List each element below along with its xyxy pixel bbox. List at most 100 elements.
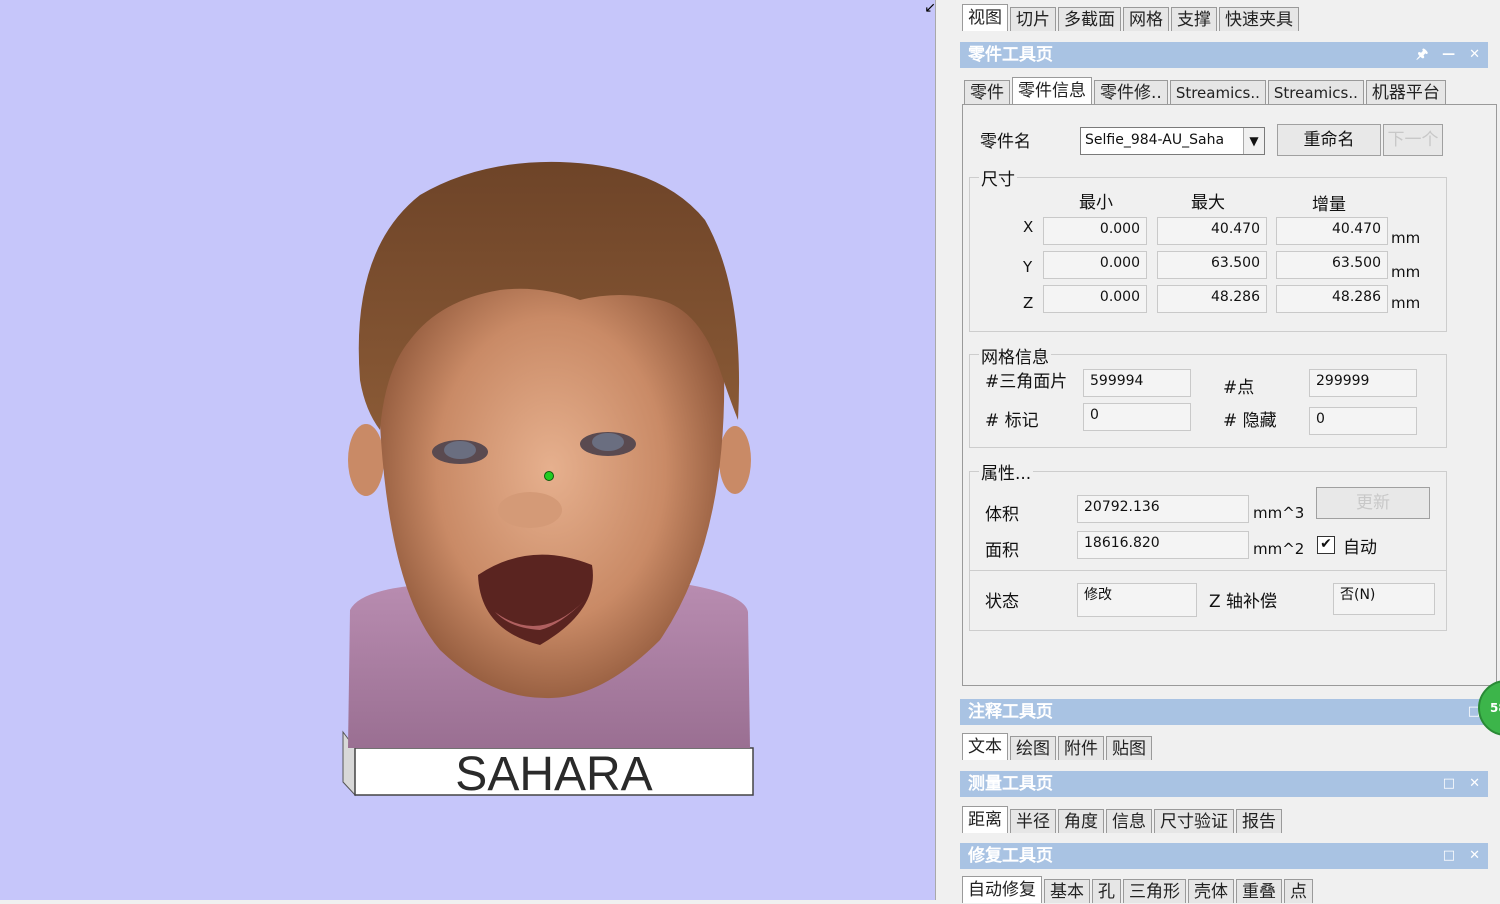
measure-page-title: 测量工具页 xyxy=(968,774,1053,794)
svg-text:↙: ↙ xyxy=(924,0,935,16)
part-info-content: 零件名 Selfie_984-AU_Saha ▼ 重命名 下一个 尺寸 最小 最… xyxy=(962,104,1497,686)
z-delta-field: 48.286 xyxy=(1276,285,1388,313)
tab-shells[interactable]: 壳体 xyxy=(1188,879,1234,903)
tab-distance[interactable]: 距离 xyxy=(962,806,1008,833)
pick-point-marker[interactable] xyxy=(544,471,554,481)
hidden-field: 0 xyxy=(1309,407,1417,435)
part-name-value: Selfie_984-AU_Saha xyxy=(1085,132,1225,148)
3d-viewport[interactable]: SAHARA ↙ xyxy=(0,0,935,900)
area-field: 18616.820 xyxy=(1077,531,1249,559)
part-page-title: 零件工具页 xyxy=(968,45,1053,65)
auto-label: 自动 xyxy=(1343,538,1377,558)
tab-overlap[interactable]: 重叠 xyxy=(1236,879,1282,903)
tab-basic[interactable]: 基本 xyxy=(1044,879,1090,903)
hidden-label: # 隐藏 xyxy=(1223,411,1277,431)
rename-button[interactable]: 重命名 xyxy=(1277,124,1381,156)
tab-points[interactable]: 点 xyxy=(1284,879,1313,903)
volume-label: 体积 xyxy=(985,505,1019,525)
right-toolbar-panel: 视图 切片 多截面 网格 支撑 快速夹具 零件工具页 🖈 — ✕ 零件 零件信息… xyxy=(935,0,1500,903)
tab-attachment[interactable]: 附件 xyxy=(1058,736,1104,760)
tab-angle[interactable]: 角度 xyxy=(1058,809,1104,833)
repair-page-header[interactable]: 修复工具页 □ ✕ xyxy=(960,843,1488,869)
z-min-field: 0.000 xyxy=(1043,285,1147,313)
tab-quick-fixture[interactable]: 快速夹具 xyxy=(1219,7,1299,31)
y-axis-label: Y xyxy=(1023,258,1033,276)
part-page-tabbar: 零件 零件信息 零件修.. Streamics.. Streamics.. 机器… xyxy=(964,77,1448,104)
annotation-page-header[interactable]: 注释工具页 □ xyxy=(960,699,1488,725)
measure-tabbar: 距离 半径 角度 信息 尺寸验证 报告 xyxy=(962,806,1284,833)
tab-holes[interactable]: 孔 xyxy=(1092,879,1121,903)
annotation-tabbar: 文本 绘图 附件 贴图 xyxy=(962,733,1154,760)
tab-multi-section[interactable]: 多截面 xyxy=(1058,7,1121,31)
tab-part[interactable]: 零件 xyxy=(964,80,1010,104)
marks-label: # 标记 xyxy=(985,411,1039,431)
tab-view[interactable]: 视图 xyxy=(962,4,1008,31)
col-max-label: 最大 xyxy=(1191,193,1225,213)
z-max-field: 48.286 xyxy=(1157,285,1267,313)
chevron-down-icon[interactable]: ▼ xyxy=(1243,128,1264,154)
triangles-field: 599994 xyxy=(1083,369,1191,397)
tab-drawing[interactable]: 绘图 xyxy=(1010,736,1056,760)
tab-radius[interactable]: 半径 xyxy=(1010,809,1056,833)
part-name-dropdown[interactable]: Selfie_984-AU_Saha ▼ xyxy=(1080,127,1265,155)
tab-text[interactable]: 文本 xyxy=(962,733,1008,760)
baby-bust-model[interactable]: SAHARA ↙ xyxy=(0,0,935,900)
z-comp-label: Z 轴补偿 xyxy=(1209,592,1278,612)
pin-icon[interactable]: 🖈 xyxy=(1416,42,1428,68)
x-min-field: 0.000 xyxy=(1043,217,1147,245)
measure-page-header[interactable]: 测量工具页 □ ✕ xyxy=(960,771,1488,797)
repair-tabbar: 自动修复 基本 孔 三角形 壳体 重叠 点 xyxy=(962,876,1315,903)
close-icon[interactable]: ✕ xyxy=(1469,771,1480,797)
col-delta-label: 增量 xyxy=(1312,195,1346,215)
tab-auto-repair[interactable]: 自动修复 xyxy=(962,876,1042,903)
tab-support[interactable]: 支撑 xyxy=(1171,7,1217,31)
tab-machine-platform[interactable]: 机器平台 xyxy=(1365,80,1446,104)
z-comp-field: 否(N) xyxy=(1333,583,1435,615)
auto-checkbox[interactable]: ✔ xyxy=(1317,536,1335,554)
tab-streamics-1[interactable]: Streamics.. xyxy=(1169,80,1266,104)
x-axis-label: X xyxy=(1023,218,1034,236)
z-axis-label: Z xyxy=(1023,294,1034,312)
next-part-button[interactable]: 下一个 xyxy=(1383,124,1443,156)
tab-streamics-2[interactable]: Streamics.. xyxy=(1267,80,1364,104)
tab-report[interactable]: 报告 xyxy=(1236,809,1282,833)
area-unit: mm^2 xyxy=(1253,540,1305,558)
tab-mesh[interactable]: 网格 xyxy=(1123,7,1169,31)
y-min-field: 0.000 xyxy=(1043,251,1147,279)
update-button[interactable]: 更新 xyxy=(1316,487,1430,519)
tab-slice[interactable]: 切片 xyxy=(1010,7,1056,31)
y-unit: mm xyxy=(1391,263,1421,281)
annotation-page-title: 注释工具页 xyxy=(968,702,1053,722)
y-max-field: 63.500 xyxy=(1157,251,1267,279)
tab-dimension-verify[interactable]: 尺寸验证 xyxy=(1154,809,1234,833)
floating-badge[interactable]: 58 xyxy=(1478,680,1500,736)
tab-info[interactable]: 信息 xyxy=(1106,809,1152,833)
properties-title: 属性... xyxy=(979,459,1034,484)
x-unit: mm xyxy=(1391,229,1421,247)
mesh-info-title: 网格信息 xyxy=(979,343,1051,368)
z-unit: mm xyxy=(1391,294,1421,312)
top-tabbar: 视图 切片 多截面 网格 支撑 快速夹具 xyxy=(962,4,1301,31)
tab-decal[interactable]: 贴图 xyxy=(1106,736,1152,760)
part-page-header[interactable]: 零件工具页 🖈 — ✕ xyxy=(960,42,1488,68)
volume-field: 20792.136 xyxy=(1077,495,1249,523)
x-max-field: 40.470 xyxy=(1157,217,1267,245)
close-icon[interactable]: ✕ xyxy=(1469,42,1480,68)
x-delta-field: 40.470 xyxy=(1276,217,1388,245)
tab-part-info[interactable]: 零件信息 xyxy=(1012,77,1092,104)
maximize-icon[interactable]: □ xyxy=(1443,843,1455,869)
points-field: 299999 xyxy=(1309,369,1417,397)
y-delta-field: 63.500 xyxy=(1276,251,1388,279)
minimize-icon[interactable]: — xyxy=(1442,42,1455,68)
maximize-icon[interactable]: □ xyxy=(1443,771,1455,797)
triangles-label: #三角面片 xyxy=(985,372,1068,392)
status-label: 状态 xyxy=(985,592,1019,612)
tab-part-repair[interactable]: 零件修.. xyxy=(1094,80,1168,104)
tab-triangles[interactable]: 三角形 xyxy=(1123,879,1186,903)
marks-field: 0 xyxy=(1083,403,1191,431)
area-label: 面积 xyxy=(985,541,1019,561)
close-icon[interactable]: ✕ xyxy=(1469,843,1480,869)
part-name-label: 零件名 xyxy=(980,132,1031,152)
status-field: 修改 xyxy=(1077,583,1197,617)
plate-text: SAHARA xyxy=(455,748,652,801)
